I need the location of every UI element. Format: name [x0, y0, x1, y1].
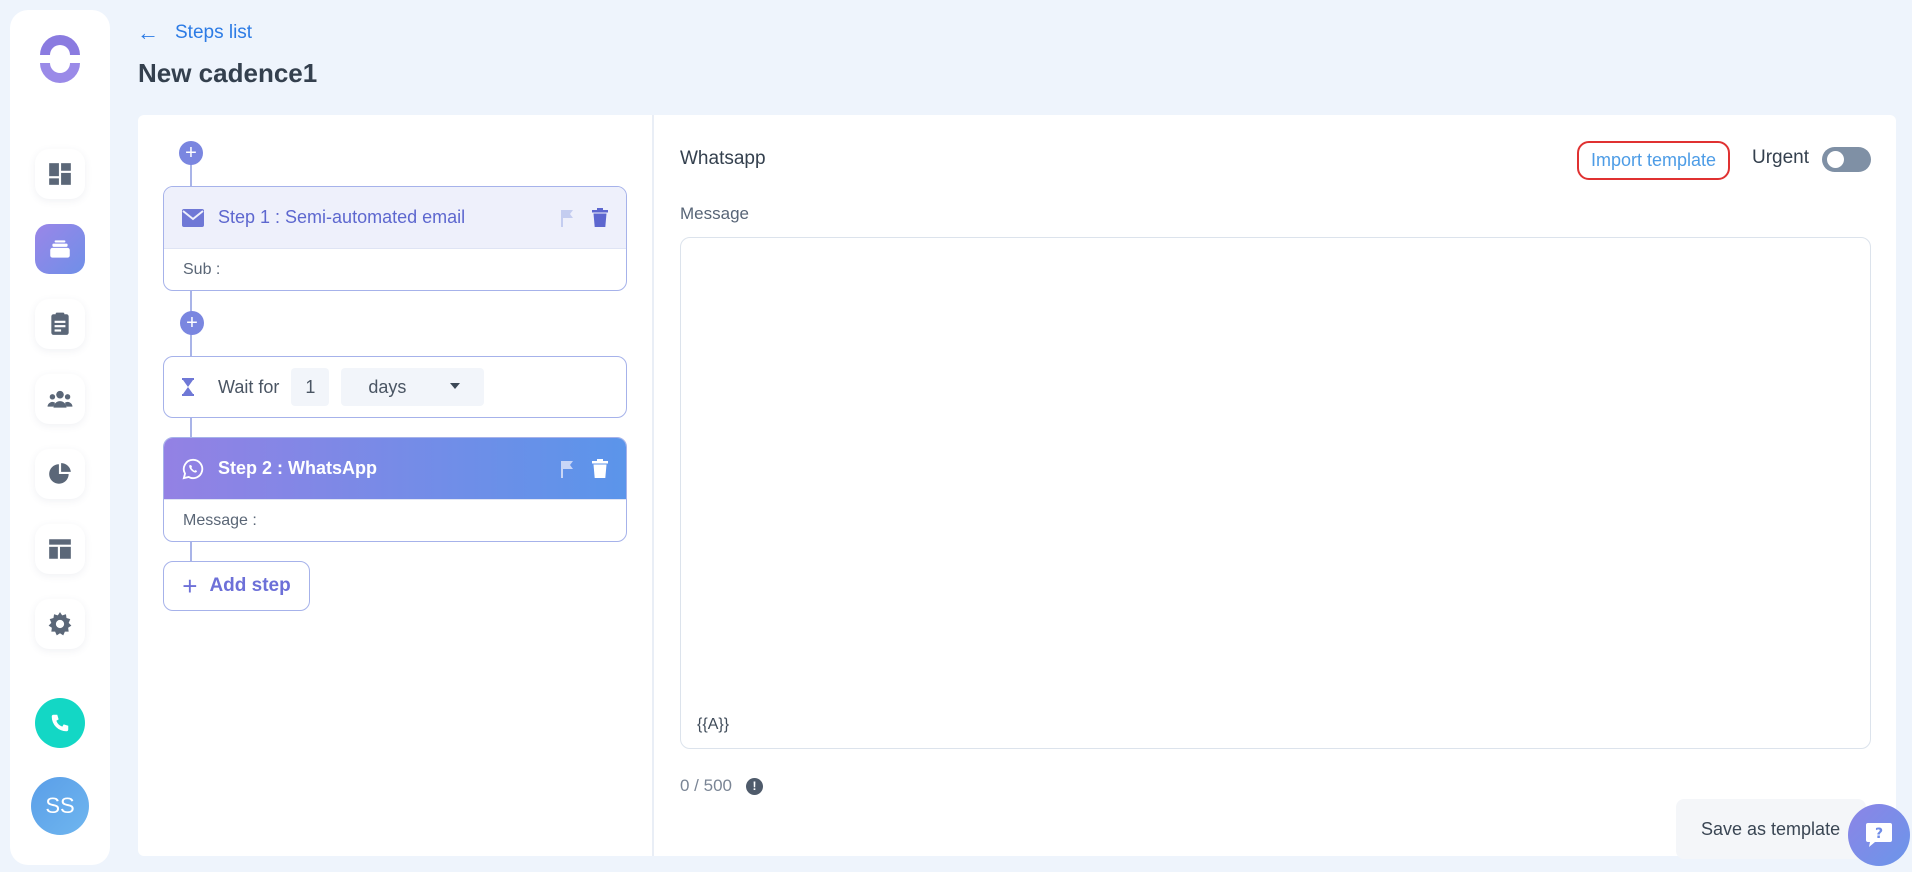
wait-value-input[interactable]: 1 [291, 368, 330, 406]
step-title: Step 2 : WhatsApp [218, 458, 378, 478]
step-card-1[interactable]: Step 1 : Semi-automated email Sub : [163, 186, 627, 291]
dashboard-icon [49, 163, 71, 185]
wait-unit-select[interactable]: days [341, 368, 485, 406]
pie-chart-icon [49, 463, 71, 484]
help-chat-icon: ? [1866, 823, 1892, 847]
panel-title: Whatsapp [680, 148, 766, 169]
phone-button[interactable] [35, 698, 85, 748]
layout-icon [49, 539, 71, 559]
back-link-label: Steps list [175, 22, 253, 43]
arrow-left-icon: ← [137, 20, 159, 45]
message-textarea[interactable]: {{A}} [680, 237, 1871, 749]
urgent-toggle[interactable] [1822, 147, 1871, 172]
timeline-line [190, 542, 192, 562]
wait-unit-value: days [368, 376, 407, 397]
nav-people[interactable] [35, 374, 85, 424]
toggle-knob [1827, 151, 1844, 168]
plus-icon: + [185, 142, 197, 164]
help-button[interactable]: ? [1848, 804, 1910, 866]
step-body: Sub : [164, 248, 626, 290]
phone-icon [51, 714, 69, 732]
nav-tasks[interactable] [35, 299, 85, 349]
plus-icon: + [186, 312, 198, 334]
trash-icon[interactable] [592, 459, 608, 478]
cadences-icon [50, 240, 70, 258]
envelope-icon [182, 208, 204, 227]
nav-templates[interactable] [35, 524, 85, 574]
nav-reports[interactable] [35, 449, 85, 499]
trash-icon[interactable] [592, 208, 608, 227]
step-header[interactable]: Step 1 : Semi-automated email [164, 187, 626, 248]
panel-divider [652, 115, 654, 856]
counter-value: 0 / 500 [680, 776, 732, 795]
caret-down-icon [450, 383, 461, 389]
whatsapp-icon [182, 458, 204, 479]
import-template-button[interactable]: Import template [1577, 141, 1730, 180]
step-title: Step 1 : Semi-automated email [218, 207, 466, 227]
flag-icon[interactable] [560, 460, 574, 478]
message-label: Message [680, 204, 749, 223]
wait-label: Wait for [218, 376, 280, 397]
save-as-template-button[interactable]: Save as template [1676, 799, 1866, 859]
insert-step-button[interactable]: + [179, 141, 203, 165]
info-icon[interactable]: ! [746, 777, 763, 795]
step-header[interactable]: Step 2 : WhatsApp [164, 438, 626, 499]
brand-logo[interactable] [36, 33, 84, 85]
sidebar: SS [10, 10, 110, 865]
clipboard-icon [51, 312, 69, 335]
insert-step-button[interactable]: + [180, 311, 204, 335]
timeline-line [190, 333, 192, 357]
gear-icon [48, 612, 72, 636]
plus-icon: + [182, 570, 198, 601]
wait-card: Wait for 1 days [163, 356, 627, 418]
timeline-line [190, 163, 192, 187]
avatar[interactable]: SS [31, 777, 89, 835]
flag-icon[interactable] [560, 209, 574, 227]
timeline-line [190, 418, 192, 438]
urgent-label: Urgent [1752, 147, 1810, 168]
step-body: Message : [164, 499, 626, 541]
add-step-label: Add step [209, 575, 291, 596]
nav-cadences[interactable] [35, 224, 85, 274]
character-counter: 0 / 500 ! [680, 776, 763, 796]
svg-text:?: ? [1875, 826, 1883, 842]
back-link[interactable]: ← Steps list [137, 20, 252, 46]
nav-dashboard[interactable] [35, 149, 85, 199]
step-card-2[interactable]: Step 2 : WhatsApp Message : [163, 437, 627, 542]
add-step-button[interactable]: + Add step [163, 561, 310, 611]
nav-settings[interactable] [35, 599, 85, 649]
hourglass-icon [182, 378, 194, 396]
message-variable[interactable]: {{A}} [697, 716, 729, 734]
page-title: New cadence1 [138, 58, 318, 88]
people-icon [47, 390, 73, 408]
